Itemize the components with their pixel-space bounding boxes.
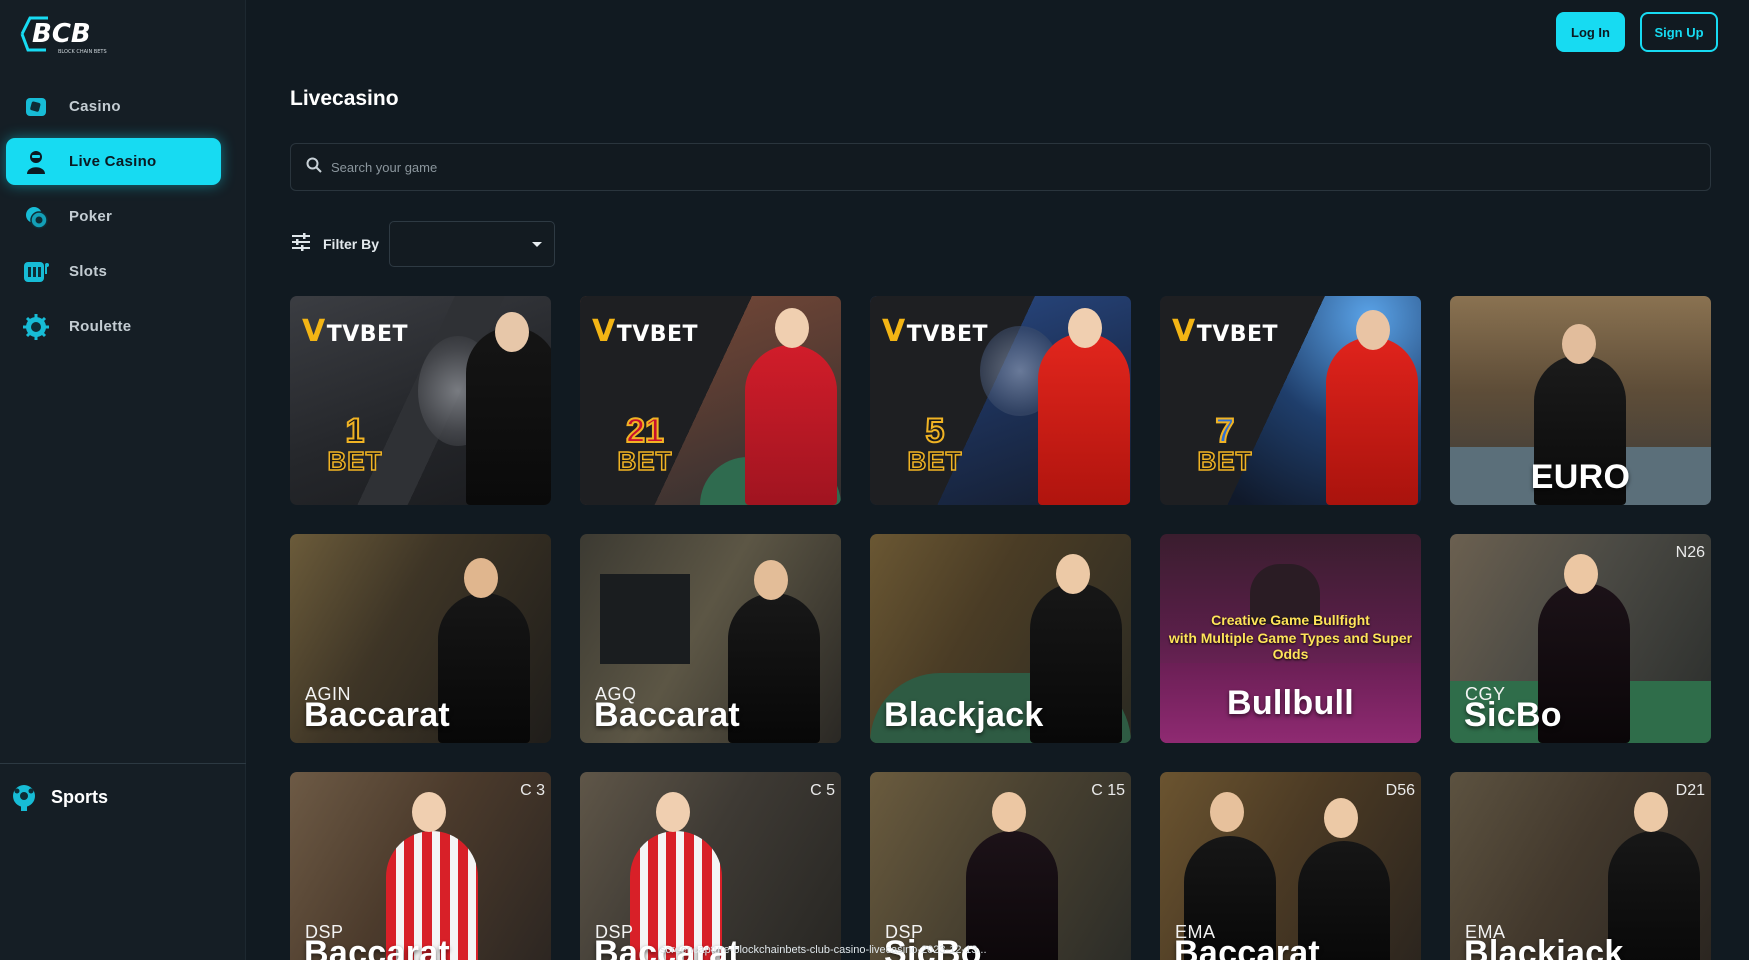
sidebar-item-label: Roulette [69,318,132,335]
table-code: C 15 [1091,782,1125,799]
sidebar-item-label: Casino [69,98,121,115]
game-card[interactable]: N26 CGY SicBo [1450,534,1711,743]
game-card[interactable]: AGIN Baccarat [290,534,551,743]
live-dealer-icon [23,149,49,175]
sidebar-item-roulette[interactable]: Roulette [6,303,221,350]
game-title: Blackjack [1464,934,1624,960]
game-card[interactable]: AGQ Baccarat [580,534,841,743]
sidebar-item-label: Live Casino [69,153,157,170]
casino-icon [23,94,49,120]
poker-chip-icon [23,204,49,230]
caret-down-icon [532,242,542,247]
login-button[interactable]: Log In [1556,12,1625,52]
sidebar-item-poker[interactable]: Poker [6,193,221,240]
search-bar[interactable] [290,143,1711,191]
table-code: D56 [1385,782,1415,799]
game-title: Baccarat [594,696,741,734]
brand-logo[interactable]: BCB BLOCK CHAIN BETS [18,12,122,56]
filter-sliders-icon [291,232,311,256]
game-card[interactable]: C 5 DSP Baccarat [580,772,841,960]
sidebar: BCB BLOCK CHAIN BETS Casino Live Casino … [0,0,246,960]
sidebar-nav: Casino Live Casino Poker Slots Roulette [0,83,246,358]
game-grid: VTVBET 1 BET VTVBET 21 BET VTVBET 5 BET [290,296,1711,960]
promo-line: with Multiple Game Types and Super Odds [1168,630,1413,662]
slots-icon [23,259,49,285]
game-title: Baccarat [304,934,451,960]
screenshot-caption: screencapture-blockchainbets-club-casino… [660,944,987,956]
sidebar-item-sports[interactable]: Sports [8,779,208,815]
game-card[interactable]: D56 EMA Baccarat [1160,772,1421,960]
search-input[interactable] [331,159,1710,175]
game-card[interactable]: Creative Game Bullfight with Multiple Ga… [1160,534,1421,743]
game-card[interactable]: Blackjack [870,534,1131,743]
sidebar-item-casino[interactable]: Casino [6,83,221,130]
game-title: Baccarat [304,696,451,734]
game-title: SicBo [1464,696,1562,734]
game-card[interactable]: D21 EMA Blackjack [1450,772,1711,960]
game-title: Bullbull [1226,684,1355,722]
game-card[interactable]: VTVBET 7 BET [1160,296,1421,505]
game-card[interactable]: C 15 DSP SicBo [870,772,1131,960]
game-card[interactable]: VTVBET 5 BET [870,296,1131,505]
bet-badge: 7 BET [1197,412,1253,476]
sports-ball-icon [8,781,40,813]
game-card[interactable]: VTVBET 1 BET [290,296,551,505]
sidebar-item-live-casino[interactable]: Live Casino [6,138,221,185]
game-card[interactable]: VTVBET 21 BET [580,296,841,505]
game-title: Baccarat [1174,934,1321,960]
tvbet-logo: VTVBET [1172,314,1279,349]
svg-text:BLOCK CHAIN BETS: BLOCK CHAIN BETS [58,49,107,55]
bcb-logo-icon: BCB BLOCK CHAIN BETS [20,16,107,55]
sidebar-item-label: Slots [69,263,108,280]
promo-line: Creative Game Bullfight [1211,612,1370,628]
filter-label: Filter By [323,236,380,252]
svg-text:BCB: BCB [32,19,91,49]
page-title: Livecasino [290,87,399,110]
sidebar-item-label: Poker [69,208,113,225]
bet-badge: 21 BET [617,412,673,476]
signup-button[interactable]: Sign Up [1640,12,1718,52]
bet-badge: 5 BET [907,412,963,476]
bet-badge: 1 BET [327,412,383,476]
sidebar-item-slots[interactable]: Slots [6,248,221,295]
tvbet-logo: VTVBET [592,314,699,349]
filter-select[interactable] [389,221,555,267]
search-icon [306,157,322,178]
tvbet-logo: VTVBET [302,314,409,349]
roulette-icon [23,313,49,340]
tvbet-logo: VTVBET [882,314,989,349]
game-title: EURO [1530,458,1631,496]
filter-bar: Filter By [291,221,555,267]
game-title: Blackjack [884,696,1044,734]
sports-label: Sports [51,786,109,807]
table-code: C 3 [520,782,545,799]
table-code: N26 [1675,544,1705,561]
game-card[interactable]: EURO [1450,296,1711,505]
table-code: C 5 [810,782,835,799]
table-code: D21 [1675,782,1705,799]
sidebar-divider [0,763,246,764]
game-card[interactable]: C 3 DSP Baccarat [290,772,551,960]
